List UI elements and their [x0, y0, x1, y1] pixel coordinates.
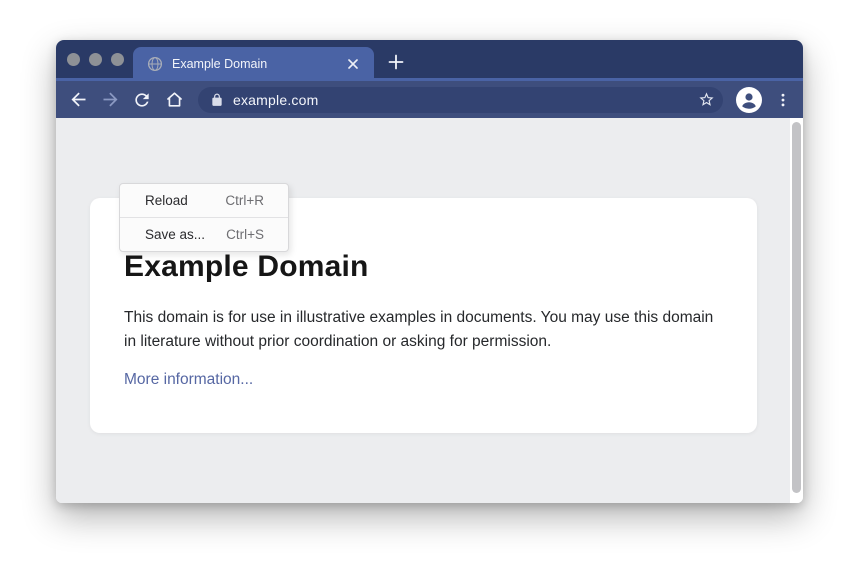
- reload-button[interactable]: [130, 88, 154, 112]
- scrollbar-thumb[interactable]: [792, 122, 801, 493]
- arrow-left-icon: [68, 89, 89, 110]
- forward-button[interactable]: [98, 88, 122, 112]
- menu-item-shortcut: Ctrl+S: [226, 227, 264, 242]
- context-menu-item-reload[interactable]: Reload Ctrl+R: [120, 184, 288, 217]
- browser-window: Example Domain: [56, 40, 803, 503]
- browser-tab[interactable]: Example Domain: [133, 47, 374, 81]
- window-zoom-button[interactable]: [111, 53, 124, 66]
- scrollbar-track[interactable]: [790, 118, 803, 503]
- browser-toolbar: example.com: [56, 81, 803, 118]
- plus-icon: [388, 54, 404, 70]
- context-menu-item-save-as[interactable]: Save as... Ctrl+S: [120, 218, 288, 251]
- window-close-button[interactable]: [67, 53, 80, 66]
- globe-icon: [147, 56, 163, 72]
- page-title: Example Domain: [124, 250, 717, 284]
- three-dots-vertical-icon: [774, 91, 792, 109]
- address-bar[interactable]: example.com: [198, 87, 723, 113]
- person-circle-icon: [735, 86, 763, 114]
- url-text[interactable]: example.com: [233, 92, 698, 108]
- active-tab-strip-line: [56, 78, 803, 81]
- more-information-link[interactable]: More information...: [124, 371, 253, 389]
- home-button[interactable]: [162, 88, 186, 112]
- menu-item-shortcut: Ctrl+R: [225, 193, 264, 208]
- page-viewport: Example Domain This domain is for use in…: [56, 118, 803, 503]
- menu-item-label: Save as...: [145, 227, 205, 242]
- page-paragraph: This domain is for use in illustrative e…: [124, 306, 716, 354]
- profile-button[interactable]: [735, 86, 763, 114]
- tab-close-icon[interactable]: [344, 55, 362, 73]
- refresh-icon: [132, 90, 152, 110]
- titlebar: Example Domain: [56, 40, 803, 81]
- home-icon: [164, 89, 185, 110]
- back-button[interactable]: [66, 88, 90, 112]
- lock-icon: [210, 93, 224, 107]
- window-minimize-button[interactable]: [89, 53, 102, 66]
- window-controls: [67, 53, 124, 66]
- arrow-right-icon: [100, 89, 121, 110]
- new-tab-button[interactable]: [382, 51, 410, 73]
- bookmark-star-icon[interactable]: [698, 91, 715, 108]
- menu-item-label: Reload: [145, 193, 188, 208]
- browser-menu-button[interactable]: [771, 88, 795, 112]
- context-menu: Reload Ctrl+R Save as... Ctrl+S: [119, 183, 289, 252]
- tab-title: Example Domain: [172, 57, 344, 71]
